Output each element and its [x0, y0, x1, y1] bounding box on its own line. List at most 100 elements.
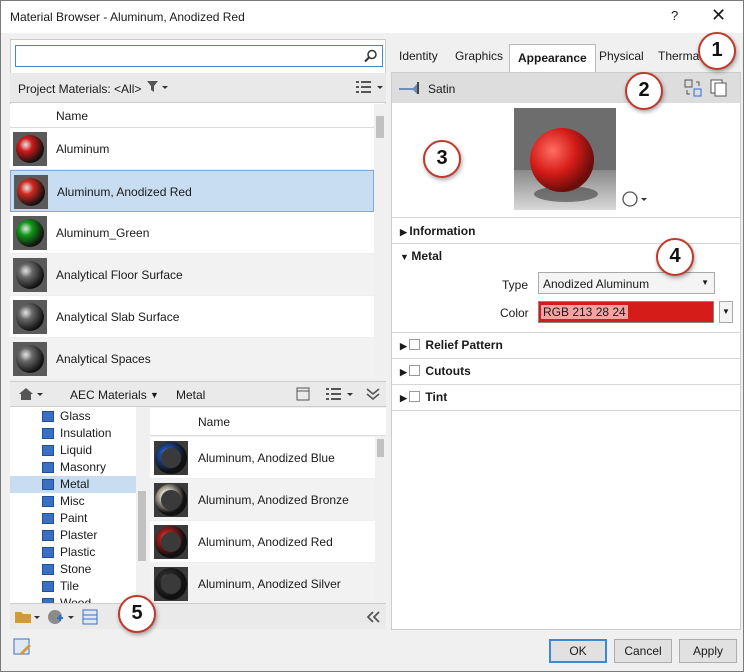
tree-item[interactable]: Misc	[10, 493, 136, 510]
material-row[interactable]: Aluminum	[10, 128, 374, 170]
preview-options-icon[interactable]	[622, 191, 648, 207]
replace-asset-icon[interactable]	[684, 79, 702, 97]
create-material-icon[interactable]	[46, 608, 74, 626]
relief-pattern-checkbox[interactable]	[409, 339, 421, 350]
library-column-header[interactable]: Name	[150, 408, 386, 436]
tint-section-header[interactable]: ▶ Tint	[400, 390, 447, 404]
property-tabs: Identity Graphics Appearance Physical Th…	[391, 44, 741, 73]
library-material-swatch	[154, 525, 188, 559]
library-material-row[interactable]: Aluminum, Anodized Silver	[150, 563, 375, 605]
relief-pattern-section-header[interactable]: ▶ Relief Pattern	[400, 338, 503, 352]
tab-thermal[interactable]: Therma	[658, 49, 699, 63]
list-view-icon[interactable]	[356, 80, 384, 97]
home-icon[interactable]	[18, 387, 44, 401]
material-row[interactable]: Analytical Spaces	[10, 338, 374, 380]
tree-item[interactable]: Liquid	[10, 442, 136, 459]
library-material-row[interactable]: Aluminum, Anodized Bronze	[150, 479, 375, 521]
tree-item[interactable]: Plastic	[10, 544, 136, 561]
type-value: Anodized Aluminum	[543, 277, 650, 291]
material-name: Analytical Slab Surface	[56, 310, 180, 324]
library-scroll-thumb[interactable]	[377, 439, 384, 457]
folder-icon	[42, 428, 54, 439]
apply-button[interactable]: Apply	[679, 639, 737, 663]
cutouts-checkbox[interactable]	[409, 365, 421, 376]
title-bar: Material Browser - Aluminum, Anodized Re…	[1, 1, 743, 33]
tree-scrollbar[interactable]	[136, 407, 148, 603]
material-row[interactable]: Aluminum, Anodized Red	[10, 170, 374, 212]
scroll-thumb[interactable]	[376, 116, 384, 138]
tree-item[interactable]: Tile	[10, 578, 136, 595]
callout-3: 3	[423, 140, 461, 178]
metal-section-header[interactable]: ▼ Metal	[400, 249, 442, 263]
library-scrollbar[interactable]	[375, 437, 386, 603]
cutouts-section-header[interactable]: ▶ Cutouts	[400, 364, 471, 378]
collapse-double-chevron-icon[interactable]	[366, 387, 380, 401]
tree-scroll-thumb[interactable]	[138, 491, 146, 561]
search-icon[interactable]	[364, 49, 378, 63]
tree-item[interactable]: Insulation	[10, 425, 136, 442]
material-preview	[514, 108, 616, 210]
tree-item-label: Plastic	[60, 545, 96, 559]
folder-icon	[42, 411, 54, 422]
tree-item[interactable]: Stone	[10, 561, 136, 578]
tint-checkbox[interactable]	[409, 391, 421, 402]
ok-button[interactable]: OK	[549, 639, 607, 663]
material-swatch	[13, 342, 47, 376]
library-category-tree: Glass Insulation Liquid Masonry Metal Misc Pai…	[10, 407, 148, 603]
library-material-row[interactable]: Aluminum, Anodized Blue	[150, 437, 375, 479]
toggle-editor-icon[interactable]	[13, 638, 33, 658]
tree-item[interactable]: Glass	[10, 408, 136, 425]
search-input[interactable]	[19, 46, 359, 66]
tree-item-label: Glass	[60, 409, 91, 423]
funnel-icon[interactable]	[146, 80, 168, 97]
tree-item[interactable]: Metal	[10, 476, 136, 493]
tree-item[interactable]: Wood	[10, 595, 136, 603]
chevron-down-icon[interactable]: ▼	[150, 390, 159, 400]
asset-name: Satin	[428, 82, 456, 96]
color-swatch-field[interactable]: RGB 213 28 24	[538, 301, 714, 323]
tab-appearance[interactable]: Appearance	[509, 44, 596, 73]
tab-graphics[interactable]: Graphics	[455, 49, 503, 63]
tree-item[interactable]: Plaster	[10, 527, 136, 544]
tree-item[interactable]: Masonry	[10, 459, 136, 476]
asset-bar: Satin	[392, 73, 740, 103]
tree-item-label: Paint	[60, 511, 88, 525]
materials-scrollbar[interactable]	[374, 104, 386, 379]
asset-browser-icon[interactable]	[82, 609, 98, 625]
help-button[interactable]: ?	[671, 8, 678, 23]
library-material-name: Aluminum, Anodized Blue	[198, 451, 335, 465]
cancel-button[interactable]: Cancel	[614, 639, 672, 663]
tab-physical[interactable]: Physical	[599, 49, 644, 63]
material-swatch	[13, 216, 47, 250]
duplicate-asset-icon[interactable]	[710, 79, 728, 97]
material-row[interactable]: Analytical Floor Surface	[10, 254, 374, 296]
name-column-label: Name	[56, 109, 89, 123]
breadcrumb-metal[interactable]: Metal	[176, 388, 205, 402]
type-select[interactable]: Anodized Aluminum ▼	[538, 272, 715, 294]
library-nav-bar: AEC Materials ▼ Metal	[10, 381, 386, 407]
close-button[interactable]: ✕	[711, 5, 726, 26]
folder-icon	[42, 445, 54, 456]
library-view-icon[interactable]	[326, 387, 354, 401]
material-row[interactable]: Aluminum_Green	[10, 212, 374, 254]
tab-identity[interactable]: Identity	[399, 49, 438, 63]
open-library-icon[interactable]	[14, 609, 40, 625]
library-material-row[interactable]: Aluminum, Anodized Red	[150, 521, 375, 563]
materials-column-header[interactable]: Name	[10, 104, 374, 128]
information-section-header[interactable]: ▶ Information	[400, 224, 475, 238]
breadcrumb-aec-materials[interactable]: AEC Materials	[70, 388, 147, 402]
tree-item[interactable]: Paint	[10, 510, 136, 527]
folder-icon	[42, 462, 54, 473]
library-material-swatch	[154, 483, 188, 517]
material-row[interactable]: Analytical Slab Surface	[10, 296, 374, 338]
panel-toggle-icon[interactable]	[296, 387, 310, 401]
divider	[392, 358, 740, 359]
search-field[interactable]	[15, 45, 383, 67]
folder-icon	[42, 581, 54, 592]
collapse-left-icon[interactable]	[366, 611, 380, 623]
material-swatch	[14, 175, 48, 209]
tree-item-label: Stone	[60, 562, 92, 576]
color-dropdown-button[interactable]: ▼	[719, 301, 733, 323]
material-name: Aluminum	[56, 142, 110, 156]
library-material-name: Aluminum, Anodized Red	[198, 535, 333, 549]
